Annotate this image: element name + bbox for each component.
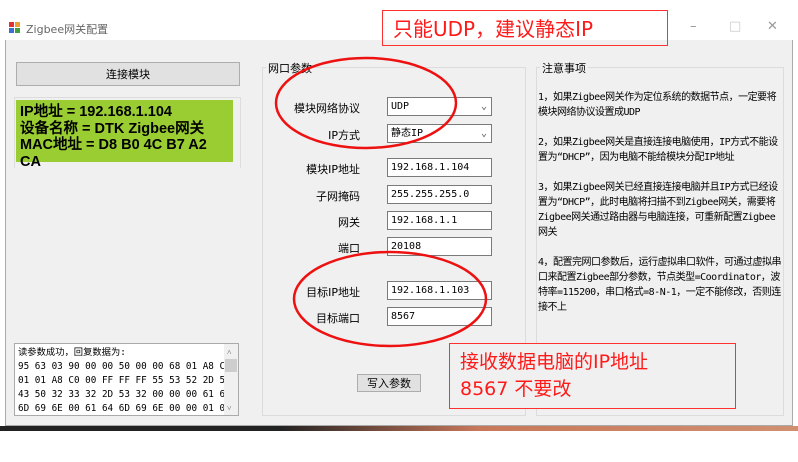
annotation-top: 只能UDP，建议静态IP <box>382 10 668 46</box>
ellipse-protocol <box>274 56 458 150</box>
annotation-bottom: 接收数据电脑的IP地址 8567 不要改 <box>449 343 736 409</box>
annotation-bottom-line1: 接收数据电脑的IP地址 <box>460 351 649 373</box>
ellipse-target <box>292 250 488 348</box>
annotation-bottom-line2: 8567 不要改 <box>460 378 572 400</box>
